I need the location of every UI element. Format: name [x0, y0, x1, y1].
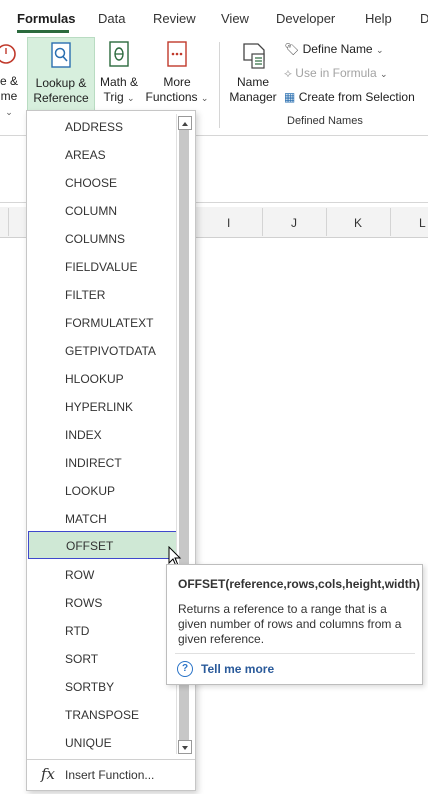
- column-header-i[interactable]: I: [227, 216, 230, 230]
- function-tooltip: OFFSET(reference,rows,cols,height,width)…: [166, 564, 423, 685]
- column-header-j[interactable]: J: [291, 216, 297, 230]
- create-from-selection-button[interactable]: ▦ Create from Selection: [284, 90, 415, 104]
- lookup-label-1: Lookup &: [35, 76, 87, 90]
- math-label-2: Trig ⌄: [103, 90, 135, 104]
- menu-item-getpivotdata[interactable]: GETPIVOTDATA: [27, 337, 177, 363]
- menu-item-index[interactable]: INDEX: [27, 421, 177, 447]
- lookup-reference-dropdown: ADDRESS AREAS CHOOSE COLUMN COLUMNS FIEL…: [26, 110, 196, 791]
- menu-item-sort[interactable]: SORT: [27, 645, 177, 671]
- active-tab-indicator: [17, 30, 69, 33]
- formula-tag-icon: ⟡: [284, 66, 292, 80]
- book-search-icon: [51, 42, 71, 68]
- triangle-up-icon: [182, 122, 188, 126]
- name-manager-label-2: Manager: [229, 90, 277, 104]
- math-label-1: Math &: [99, 75, 138, 89]
- date-time-label-2: me ⌄: [0, 89, 18, 117]
- fx-icon: fx: [41, 765, 56, 783]
- help-icon: ?: [177, 661, 193, 677]
- tooltip-description: Returns a reference to a range that is a…: [178, 602, 402, 646]
- tag-icon: 🏷: [284, 42, 300, 56]
- column-divider: [326, 208, 327, 236]
- menu-item-address[interactable]: ADDRESS: [27, 113, 177, 139]
- menu-item-transpose[interactable]: TRANSPOSE: [27, 701, 177, 727]
- use-in-formula-button[interactable]: ⟡ Use in Formula ⌄: [284, 66, 388, 81]
- tell-me-more-link[interactable]: Tell me more: [201, 662, 274, 676]
- column-divider: [8, 208, 9, 236]
- menu-item-fieldvalue[interactable]: FIELDVALUE: [27, 253, 177, 279]
- tab-help[interactable]: Help: [365, 11, 392, 26]
- more-label-1: More: [163, 75, 191, 89]
- menu-item-formulatext[interactable]: FORMULATEXT: [27, 309, 177, 335]
- scroll-down-button[interactable]: [178, 740, 192, 754]
- more-functions-button[interactable]: More Functions ⌄: [143, 40, 211, 106]
- name-manager-label-1: Name: [236, 75, 269, 89]
- date-time-label-1: e &: [0, 74, 18, 88]
- menu-item-offset[interactable]: OFFSET: [28, 531, 178, 559]
- menu-item-hlookup[interactable]: HLOOKUP: [27, 365, 177, 391]
- ribbon-tabs: Formulas Data Review View Developer Help…: [0, 0, 428, 34]
- name-manager-button[interactable]: Name Manager: [228, 40, 278, 105]
- tooltip-divider: [175, 653, 415, 654]
- tab-draw[interactable]: D: [420, 11, 428, 26]
- triangle-down-icon: [182, 746, 188, 750]
- ellipsis-book-icon: [167, 41, 187, 67]
- tooltip-title: OFFSET(reference,rows,cols,height,width): [178, 577, 421, 591]
- tag-list-icon: [243, 43, 265, 69]
- tab-view[interactable]: View: [221, 11, 249, 26]
- insert-function-item[interactable]: fx Insert Function...: [27, 759, 195, 790]
- lookup-reference-button[interactable]: Lookup & Reference ⌄: [27, 37, 95, 119]
- menu-item-match[interactable]: MATCH: [27, 505, 177, 531]
- menu-item-rtd[interactable]: RTD: [27, 617, 177, 643]
- menu-item-hyperlink[interactable]: HYPERLINK: [27, 393, 177, 419]
- column-divider: [262, 208, 263, 236]
- theta-book-icon: [109, 41, 129, 67]
- grid-icon: ▦: [284, 90, 296, 104]
- menu-item-columns[interactable]: COLUMNS: [27, 225, 177, 251]
- column-header-l[interactable]: L: [419, 216, 426, 230]
- menu-item-areas[interactable]: AREAS: [27, 141, 177, 167]
- menu-item-column[interactable]: COLUMN: [27, 197, 177, 223]
- column-header-k[interactable]: K: [354, 216, 362, 230]
- group-label-defined-names: Defined Names: [287, 115, 363, 127]
- column-divider: [390, 208, 391, 236]
- tab-developer[interactable]: Developer: [276, 11, 335, 26]
- menu-item-filter[interactable]: FILTER: [27, 281, 177, 307]
- tab-formulas[interactable]: Formulas: [17, 11, 76, 26]
- menu-item-unique[interactable]: UNIQUE: [27, 729, 177, 755]
- group-divider: [219, 42, 220, 128]
- clock-icon: [0, 44, 16, 64]
- define-name-button[interactable]: 🏷 Define Name ⌄: [284, 42, 384, 56]
- math-trig-button[interactable]: Math & Trig ⌄: [97, 40, 141, 106]
- menu-item-lookup[interactable]: LOOKUP: [27, 477, 177, 503]
- date-time-button[interactable]: e & me ⌄: [0, 40, 22, 120]
- menu-item-sortby[interactable]: SORTBY: [27, 673, 177, 699]
- menu-item-choose[interactable]: CHOOSE: [27, 169, 177, 195]
- menu-item-indirect[interactable]: INDIRECT: [27, 449, 177, 475]
- tab-data[interactable]: Data: [98, 11, 125, 26]
- menu-item-rows[interactable]: ROWS: [27, 589, 177, 615]
- menu-item-row[interactable]: ROW: [27, 561, 177, 587]
- tab-review[interactable]: Review: [153, 11, 196, 26]
- more-label-2: Functions ⌄: [145, 90, 209, 104]
- scroll-up-button[interactable]: [178, 116, 192, 130]
